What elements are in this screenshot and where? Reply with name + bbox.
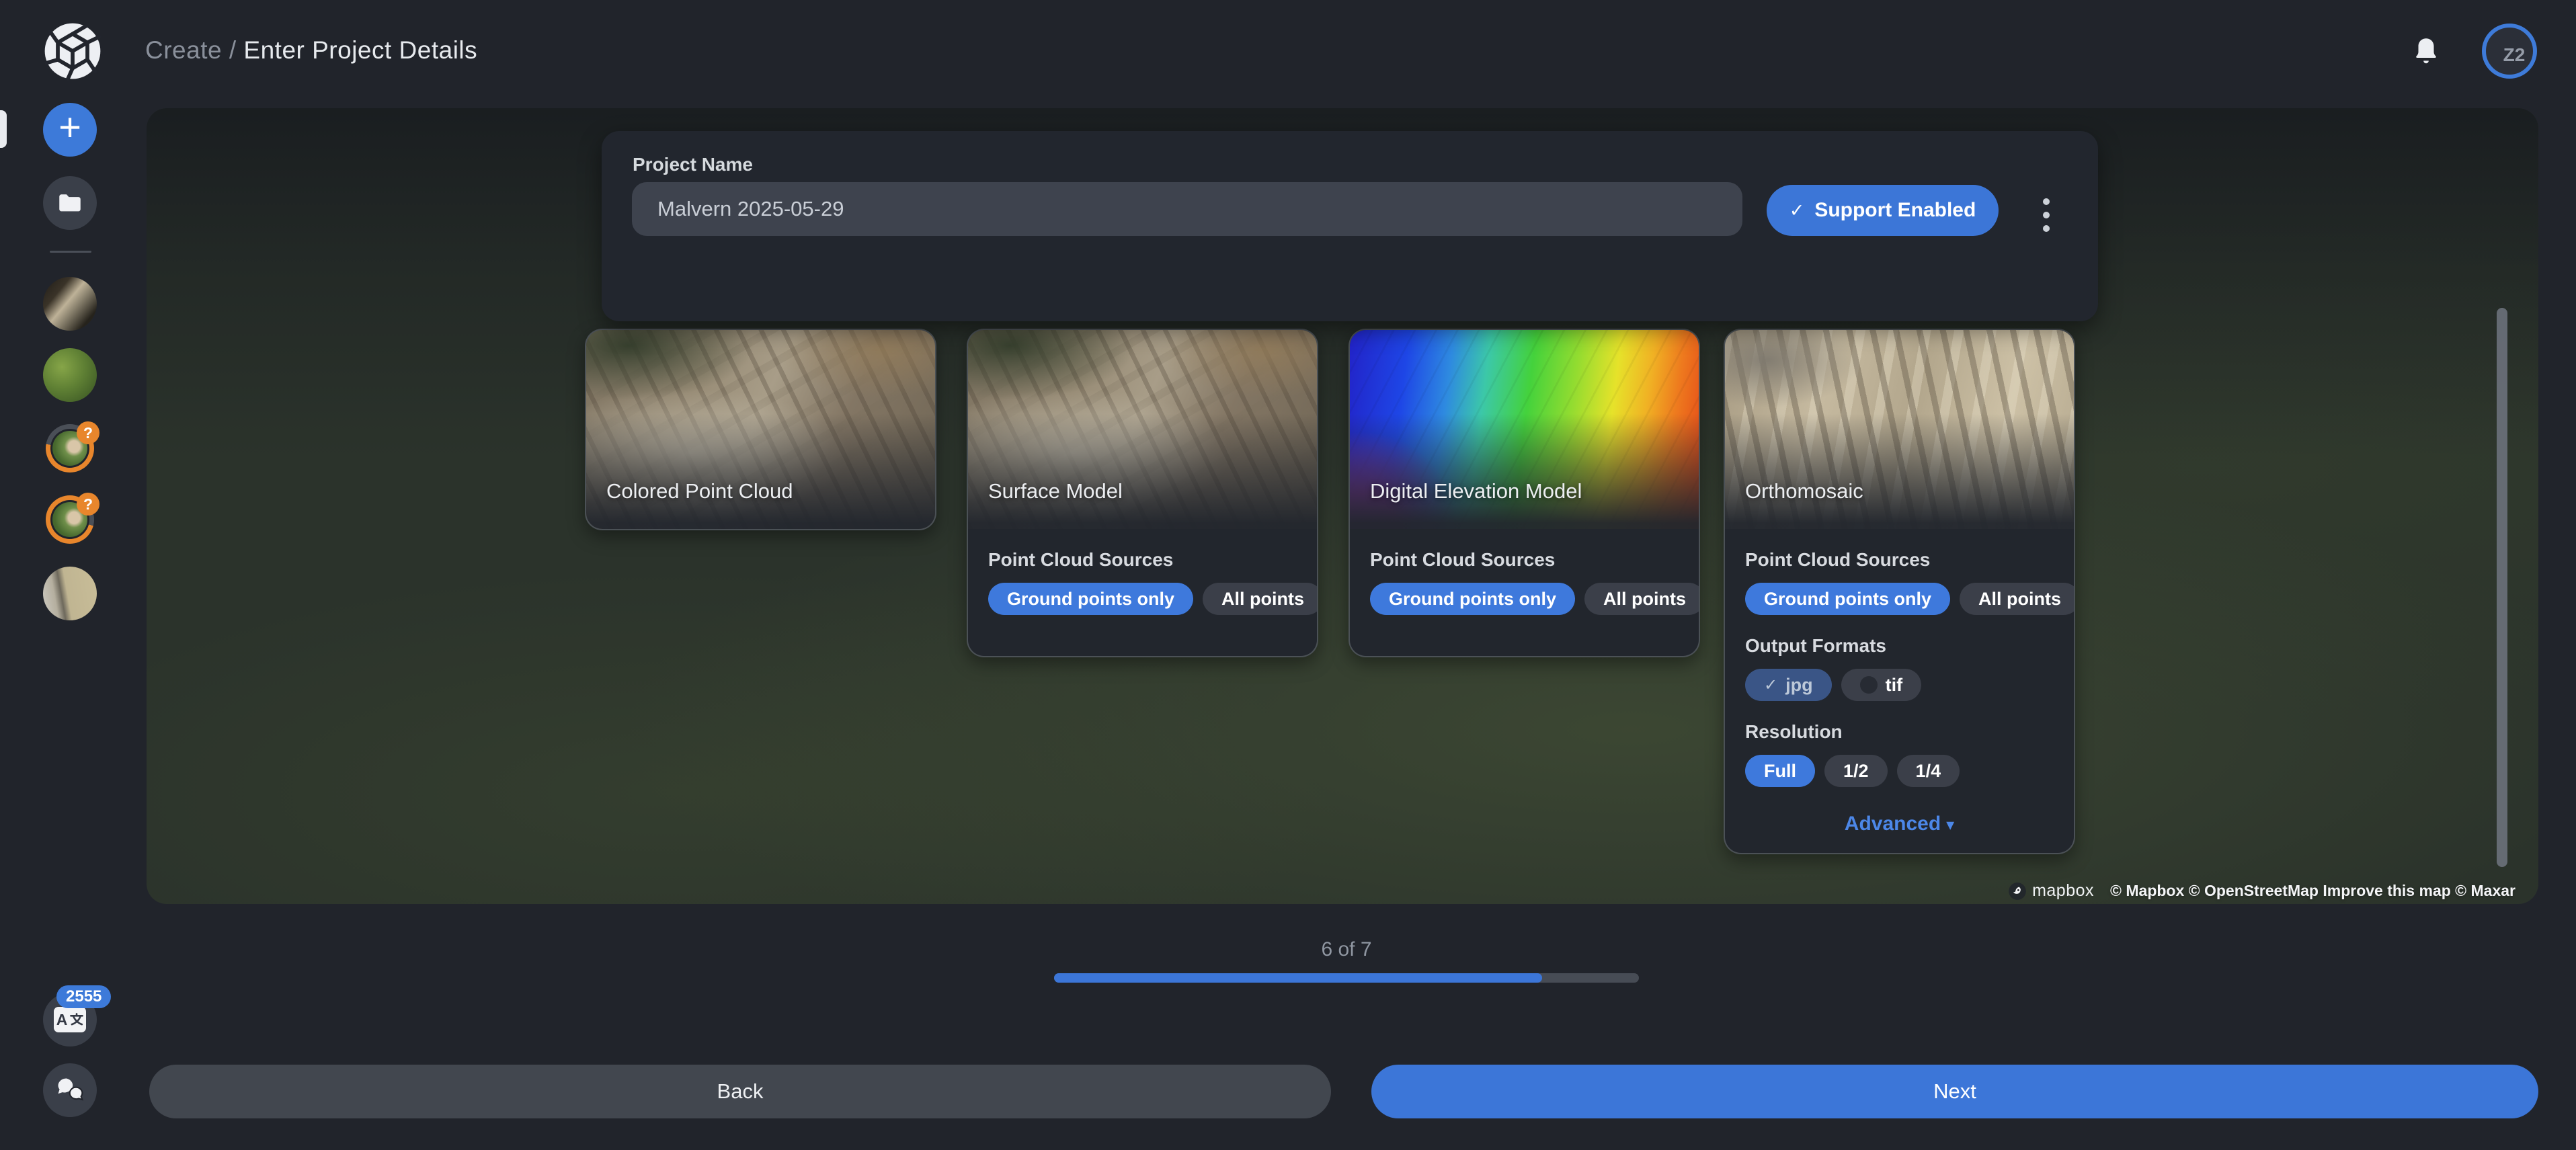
project-details-panel: Project Name ✓ Support Enabled [602,131,2098,321]
check-icon: ✓ [1764,675,1777,695]
card-title: Surface Model [988,479,1123,503]
format-jpg-toggle[interactable]: ✓ jpg [1745,669,1832,701]
next-button[interactable]: Next [1371,1065,2538,1118]
sidebar-project-processing-2[interactable]: ? [46,495,94,544]
all-points-pill[interactable]: All points [1203,583,1318,615]
point-cloud-sources-label: Point Cloud Sources [1745,549,2054,571]
user-avatar[interactable]: Z2 [2482,24,2537,79]
card-title: Colored Point Cloud [606,479,793,503]
chat-support-button[interactable] [43,1063,97,1117]
question-badge: ? [77,493,99,516]
aperture-cube-icon [43,22,102,81]
caret-down-icon: ▾ [1946,816,1954,834]
format-tif-toggle[interactable]: tif [1841,669,1921,701]
back-button[interactable]: Back [149,1065,1331,1118]
translate-count-badge: 2555 [56,985,111,1008]
resolution-quarter-pill[interactable]: 1/4 [1897,755,1960,787]
wizard-progress-fill [1054,973,1542,983]
projects-folder-button[interactable] [43,176,97,230]
project-name-input[interactable] [632,182,1742,236]
step-indicator: 6 of 7 [1054,938,1639,961]
card-orthomosaic[interactable]: Orthomosaic Point Cloud Sources Ground p… [1724,329,2075,854]
sidebar-project-thumbnail-2[interactable] [43,348,97,402]
colored-point-cloud-thumbnail: Colored Point Cloud [586,330,935,529]
wizard-progress-bar [1054,973,1639,983]
resolution-full-pill[interactable]: Full [1745,755,1815,787]
check-icon: ✓ [1789,200,1805,221]
sidebar-project-thumbnail-3[interactable] [43,567,97,620]
app: Create / Enter Project Details Z2 + ? ? … [0,0,2576,1150]
project-name-label: Project Name [633,154,753,175]
sidebar-project-thumbnail-1[interactable] [43,277,97,331]
map-attribution: mapbox © Mapbox © OpenStreetMap Improve … [2008,881,2515,901]
card-title: Orthomosaic [1745,479,1863,503]
advanced-toggle[interactable]: Advanced▾ [1745,813,2054,835]
card-surface-model[interactable]: Surface Model Point Cloud Sources Ground… [967,329,1318,657]
orthomosaic-thumbnail: Orthomosaic [1725,330,2074,529]
ground-points-only-pill[interactable]: Ground points only [988,583,1193,615]
resolution-half-pill[interactable]: 1/2 [1824,755,1888,787]
sidebar-active-indicator [0,110,7,148]
surface-model-thumbnail: Surface Model [968,330,1317,529]
point-cloud-sources-label: Point Cloud Sources [1370,549,1679,571]
avatar-initials: Z2 [2503,44,2526,66]
mapbox-icon [2008,882,2027,901]
page-title: Enter Project Details [243,36,477,64]
card-title: Digital Elevation Model [1370,479,1582,503]
overflow-menu-button[interactable] [2043,198,2050,239]
breadcrumb-section[interactable]: Create / [145,36,237,64]
question-badge: ? [77,421,99,444]
app-logo[interactable] [43,22,102,81]
all-points-pill[interactable]: All points [1584,583,1700,615]
chat-bubbles-icon [54,1076,85,1104]
breadcrumb: Create / Enter Project Details [145,36,477,65]
mapbox-logo[interactable]: mapbox [2008,881,2094,901]
ground-points-only-pill[interactable]: Ground points only [1745,583,1950,615]
dem-thumbnail: Digital Elevation Model [1350,330,1699,529]
resolution-label: Resolution [1745,721,2054,743]
plus-icon: + [58,108,81,147]
all-points-pill[interactable]: All points [1960,583,2075,615]
map-vertical-scrollbar[interactable] [2497,308,2507,867]
sidebar-divider [50,251,91,253]
ground-points-only-pill[interactable]: Ground points only [1370,583,1575,615]
sidebar-project-processing-1[interactable]: ? [46,424,94,473]
card-digital-elevation-model[interactable]: Digital Elevation Model Point Cloud Sour… [1349,329,1700,657]
create-project-button[interactable]: + [43,103,97,157]
attribution-text[interactable]: © Mapbox © OpenStreetMap Improve this ma… [2110,882,2515,900]
notifications-bell-icon[interactable] [2411,34,2442,69]
support-enabled-label: Support Enabled [1814,199,1976,222]
support-enabled-button[interactable]: ✓ Support Enabled [1767,185,1999,236]
folder-icon [56,189,84,217]
map-canvas[interactable]: Project Name ✓ Support Enabled Colored P… [147,108,2538,904]
output-formats-label: Output Formats [1745,635,2054,657]
translate-icon: A [54,1007,86,1032]
card-colored-point-cloud[interactable]: Colored Point Cloud [585,329,936,530]
unchecked-circle-icon [1860,676,1878,694]
point-cloud-sources-label: Point Cloud Sources [988,549,1297,571]
